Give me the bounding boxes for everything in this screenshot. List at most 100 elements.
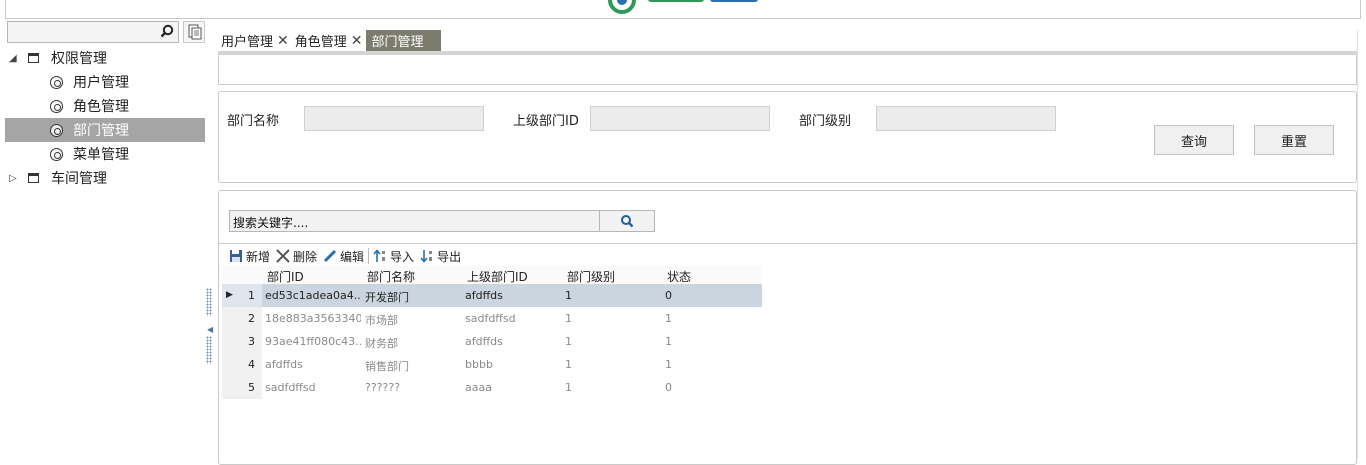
tree-item-permission[interactable]: ◢ 权限管理 [5,46,205,70]
cell-name: ?????? [365,381,401,394]
cell-status: 0 [665,289,672,302]
collapse-left-icon[interactable]: ◀ [207,325,213,334]
tab-users[interactable]: 用户管理 ✕ [218,30,292,51]
import-button[interactable]: 导入 [373,248,414,265]
tree-item-workshop[interactable]: ▷ 车间管理 [5,166,205,190]
cell-level: 1 [565,289,572,302]
table-row[interactable]: 5 sadfdffsd ?????? aaaa 1 0 [222,376,762,399]
scroll-edge [1357,30,1358,459]
tree-options-button[interactable] [183,21,205,43]
tree-item-label: 用户管理 [73,75,129,91]
cell-parent-id: afdffds [465,335,503,348]
export-button[interactable]: 导出 [420,248,461,265]
row-number: 1 [248,289,255,302]
column-header-id[interactable]: 部门ID [267,268,304,285]
grid-toolbar: 新增 删除 编辑 导入 导出 [229,247,467,265]
reset-button[interactable]: 重置 [1254,125,1334,155]
cell-parent-id: afdffds [465,289,503,302]
table-row[interactable]: 2 18e883a3563340... 市场部 sadfdffsd 1 1 [222,307,762,330]
dept-level-label: 部门级别 [799,114,852,129]
cell-name: 市场部 [365,314,398,327]
row-number: 4 [248,358,255,371]
company-logo [604,0,774,16]
data-grid-panel: 搜索关键字.... 新增 删除 编辑 导入 导出 部门ID 部门名称 上级部门I… [218,190,1357,465]
dept-name-input[interactable] [304,106,484,131]
tree-item-label: 菜单管理 [73,147,129,163]
tree-item-label: 部门管理 [73,123,129,139]
cell-status: 0 [665,381,672,394]
cell-id: 18e883a3563340... [265,312,361,325]
pencil-icon [323,249,337,263]
search-icon [621,215,634,228]
keyword-search-input[interactable]: 搜索关键字.... [229,210,600,232]
cell-status: 1 [665,358,672,371]
dept-level-input[interactable] [876,106,1056,131]
tree-search-input[interactable] [7,21,179,43]
cell-name: 销售部门 [365,360,409,373]
close-icon[interactable]: ✕ [277,33,289,49]
table-header: 部门ID 部门名称 上级部门ID 部门级别 状态 [222,266,762,284]
tab-label: 用户管理 [221,35,274,50]
node-icon [50,100,63,113]
row-number: 5 [248,381,255,394]
delete-button[interactable]: 删除 [276,248,317,265]
delete-x-icon [276,249,290,263]
column-header-level[interactable]: 部门级别 [567,268,615,285]
folder-icon [28,173,39,183]
folder-icon [28,53,39,63]
cell-parent-id: aaaa [465,381,492,394]
node-icon [50,76,63,89]
add-button[interactable]: 新增 [229,248,270,265]
cell-level: 1 [565,312,572,325]
table-row[interactable]: ▶ 1 ed53c1adea0a4... 开发部门 afdffds 1 0 [222,284,762,307]
tree-item-label: 权限管理 [51,51,107,67]
column-header-parent-id[interactable]: 上级部门ID [467,268,528,285]
cell-parent-id: sadfdffsd [465,312,516,325]
tab-bar: 用户管理 ✕ 角色管理 ✕ 部门管理 [218,30,441,51]
filter-form: 部门名称 上级部门ID 部门级别 查询 重置 [218,91,1357,183]
collapsed-arrow-icon[interactable]: ▷ [9,173,17,184]
query-button[interactable]: 查询 [1154,125,1234,155]
cell-id: sadfdffsd [265,381,316,394]
tab-roles[interactable]: 角色管理 ✕ [292,30,366,51]
add-label: 新增 [246,249,271,264]
tab-label: 部门管理 [371,35,424,50]
cell-name: 开发部门 [365,291,409,304]
cell-id: 93ae41ff080c43... [265,335,361,348]
current-row-marker-icon: ▶ [226,290,233,300]
row-number: 3 [248,335,255,348]
column-header-status[interactable]: 状态 [667,268,691,285]
delete-label: 删除 [293,249,318,264]
cell-level: 1 [565,381,572,394]
tree-item-roles[interactable]: 角色管理 [5,94,205,118]
edit-label: 编辑 [340,249,365,264]
cell-status: 1 [665,312,672,325]
cell-parent-id: bbbb [465,358,493,371]
cell-id: ed53c1adea0a4... [265,289,361,302]
table-row[interactable]: 4 afdffds 销售部门 bbbb 1 1 [222,353,762,376]
column-header-name[interactable]: 部门名称 [367,268,415,285]
expanded-arrow-icon[interactable]: ◢ [9,53,17,64]
tree-item-label: 角色管理 [73,99,129,115]
department-table: 部门ID 部门名称 上级部门ID 部门级别 状态 ▶ 1 ed53c1adea0… [222,266,762,399]
tree-item-menus[interactable]: 菜单管理 [5,142,205,166]
cell-name: 财务部 [365,337,398,350]
keyword-search-button[interactable] [599,210,655,232]
splitter-handle[interactable]: ◀ [205,288,213,368]
parent-id-input[interactable] [590,106,770,131]
tab-label: 角色管理 [294,35,347,50]
dept-name-label: 部门名称 [227,114,280,129]
cell-status: 1 [665,335,672,348]
cell-id: afdffds [265,358,303,371]
toolbar-separator [368,248,370,264]
close-icon[interactable]: ✕ [351,33,363,49]
tree-item-label: 车间管理 [51,171,107,187]
top-header [5,0,1361,19]
tree-item-departments[interactable]: 部门管理 [5,118,205,142]
search-icon[interactable] [160,24,174,38]
tab-departments[interactable]: 部门管理 [365,30,441,51]
tree-item-users[interactable]: 用户管理 [5,70,205,94]
table-row[interactable]: 3 93ae41ff080c43... 财务部 afdffds 1 1 [222,330,762,353]
empty-toolbar-area [218,55,1357,85]
edit-button[interactable]: 编辑 [323,248,364,265]
